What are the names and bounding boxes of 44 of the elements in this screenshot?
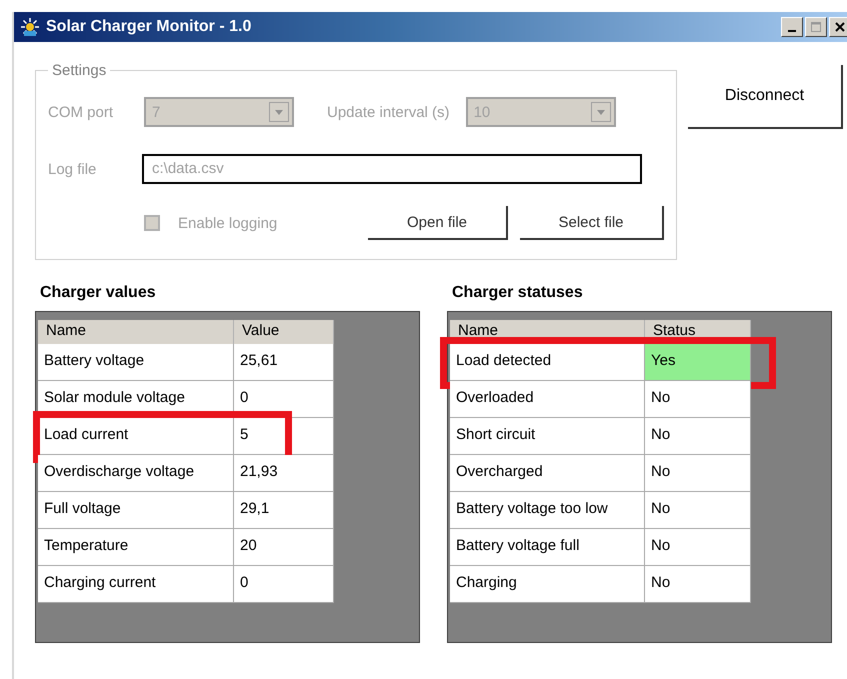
table-cell: Temperature [38, 529, 234, 566]
table-cell: 21,93 [234, 455, 334, 492]
sun-icon [20, 17, 40, 37]
table-cell: Yes [645, 344, 751, 381]
table-cell: 25,61 [234, 344, 334, 381]
checkbox-label: Enable logging [178, 214, 278, 232]
maximize-icon [811, 22, 821, 32]
window-title: Solar Charger Monitor - 1.0 [46, 18, 252, 36]
disconnect-button[interactable]: Disconnect [688, 65, 843, 129]
close-icon [835, 22, 845, 32]
maximize-button[interactable] [805, 17, 827, 37]
column-header[interactable]: Value [234, 320, 334, 344]
table-cell: Overdischarge voltage [38, 455, 234, 492]
field-label: Log file [48, 160, 98, 178]
group-title: Settings [51, 62, 108, 79]
section-title: Charger values [39, 284, 157, 302]
table-cell: Battery voltage [38, 344, 234, 381]
table-cell: Full voltage [38, 492, 234, 529]
table-cell: No [645, 381, 751, 418]
table-cell: Battery voltage too low [450, 492, 645, 529]
table-cell: Overloaded [450, 381, 645, 418]
table-cell: Charging [450, 566, 645, 603]
table-cell: Load current [38, 418, 234, 455]
table-cell: Battery voltage full [450, 529, 645, 566]
table-cell: No [645, 418, 751, 455]
table-cell: Load detected [450, 344, 645, 381]
field-label: COM port [48, 104, 114, 120]
table-cell: Short circuit [450, 418, 645, 455]
table-cell: No [645, 455, 751, 492]
table-cell: No [645, 492, 751, 529]
minimize-button[interactable] [781, 17, 803, 37]
table-cell: Overcharged [450, 455, 645, 492]
table-cell: 5 [234, 418, 334, 455]
table-cell: Charging current [38, 566, 234, 603]
section-title: Charger statuses [451, 284, 584, 302]
table-cell: No [645, 566, 751, 603]
minimize-icon [788, 30, 796, 32]
column-header[interactable]: Name [38, 320, 234, 344]
table-cell: 0 [234, 566, 334, 603]
table-cell: 20 [234, 529, 334, 566]
close-button[interactable] [829, 17, 847, 37]
field-label: Update interval (s) [327, 104, 450, 120]
table-cell: 29,1 [234, 492, 334, 529]
table-cell: No [645, 529, 751, 566]
